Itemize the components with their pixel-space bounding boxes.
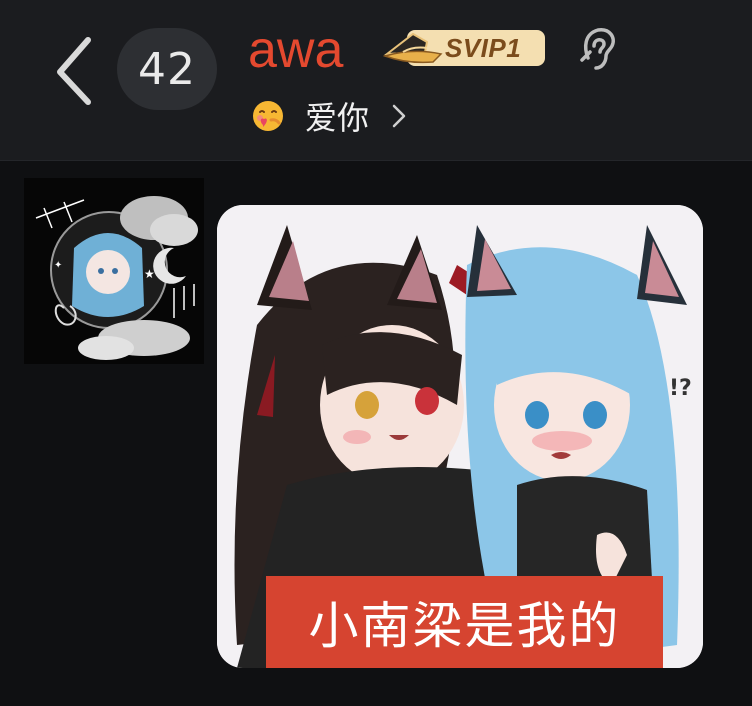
image-caption: 小南梁是我的 <box>266 576 663 668</box>
svg-text:!?: !? <box>669 376 692 401</box>
hat-icon <box>383 32 443 64</box>
status-text: 爱你 <box>305 99 370 137</box>
image-message[interactable]: !? 小南梁是我的 <box>217 205 703 668</box>
chevron-left-icon[interactable] <box>50 34 98 106</box>
vip-badge[interactable]: SVIP1 <box>383 26 548 70</box>
ear-icon[interactable] <box>574 24 622 74</box>
unread-count-badge[interactable]: 42 <box>117 28 217 110</box>
sender-avatar[interactable]: ★ ✦ <box>24 178 204 364</box>
status-line[interactable]: 爱你 <box>251 96 407 137</box>
chevron-right-icon <box>392 104 406 128</box>
svg-text:★: ★ <box>144 267 155 281</box>
hugging-heart-emoji <box>253 101 283 131</box>
contact-name[interactable]: awa <box>248 20 343 80</box>
chat-header: 42 awa SVIP1 爱你 <box>0 0 752 161</box>
svg-text:✦: ✦ <box>54 260 62 271</box>
